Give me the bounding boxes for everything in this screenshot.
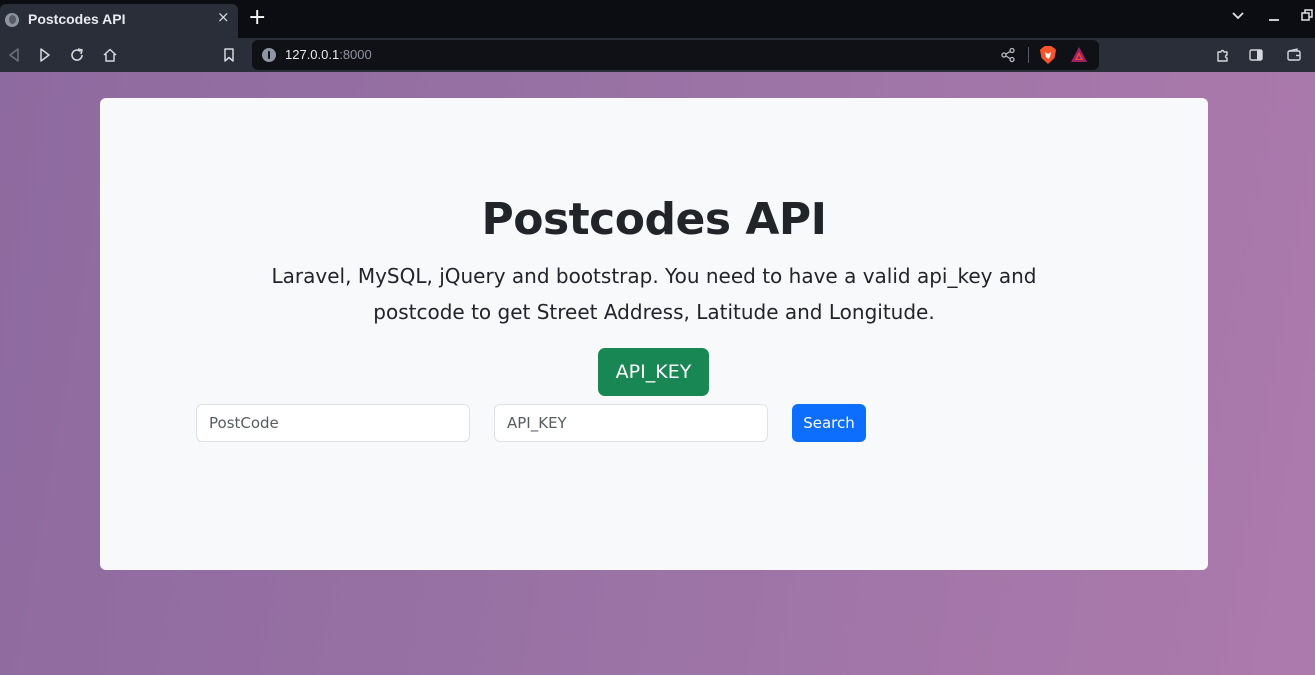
tab-strip: Postcodes API × + [0,0,1315,38]
new-tab-icon[interactable]: + [248,5,266,31]
tab-close-icon[interactable]: × [217,8,230,26]
tab-title: Postcodes API [28,11,126,27]
sidebar-icon[interactable] [1245,44,1267,66]
forward-icon[interactable] [34,44,56,66]
page-description: Laravel, MySQL, jQuery and bootstrap. Yo… [271,264,1037,324]
bookmark-icon[interactable] [218,44,240,66]
back-icon[interactable] [3,44,25,66]
reload-icon[interactable] [66,44,88,66]
page-viewport: Postcodes API Laravel, MySQL, jQuery and… [0,72,1315,675]
share-icon[interactable] [1000,47,1016,63]
restore-icon[interactable] [1301,9,1313,28]
url-text[interactable]: 127.0.0.1:8000 [285,47,372,62]
api-key-button[interactable]: API_KEY [598,348,709,396]
browser-toolbar: 127.0.0.1:8000 [0,38,1315,72]
globe-favicon-icon [5,13,19,27]
brave-rewards-icon[interactable] [1070,46,1088,64]
page-title: Postcodes API [481,194,827,245]
wallet-icon[interactable] [1283,44,1305,66]
postcode-input[interactable] [196,404,470,442]
search-button[interactable]: Search [792,404,866,442]
extensions-icon[interactable] [1212,44,1234,66]
browser-tab[interactable]: Postcodes API × [0,4,238,38]
address-bar-divider [1028,47,1029,63]
home-icon[interactable] [99,44,121,66]
site-info-icon[interactable] [262,48,276,62]
minimize-icon[interactable] [1268,9,1280,28]
hero-card: Postcodes API Laravel, MySQL, jQuery and… [100,98,1208,570]
address-bar[interactable]: 127.0.0.1:8000 [252,40,1099,70]
api-key-input[interactable] [494,404,768,442]
tab-search-chevron-down-icon[interactable] [1231,9,1245,28]
brave-shields-icon[interactable] [1039,45,1057,65]
